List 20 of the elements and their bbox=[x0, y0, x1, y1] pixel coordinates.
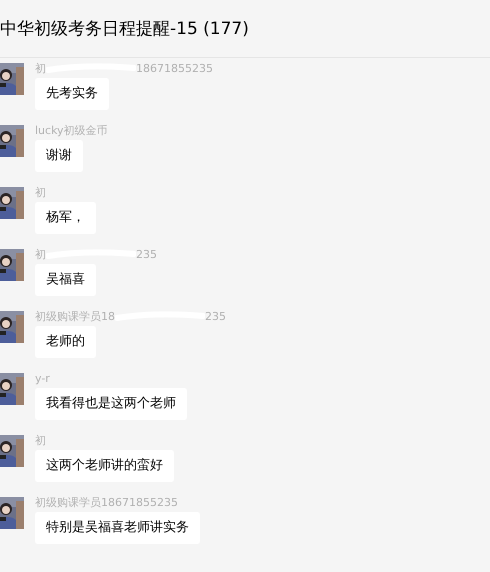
sender-name: 初级购课学员18 bbox=[35, 308, 115, 324]
message-bubble: 杨军， bbox=[35, 202, 96, 234]
sender-name: 初级购课学员18671855235 bbox=[35, 494, 178, 510]
message-bubble: 先考实务 bbox=[35, 78, 109, 110]
chat-title: 中华初级考务日程提醒-15 (177) bbox=[0, 18, 249, 40]
sender-name: y-r bbox=[35, 372, 50, 384]
message-bubble: 特别是吴福喜老师讲实务 bbox=[35, 512, 200, 544]
message-bubble: 老师的 bbox=[35, 326, 96, 358]
sender-name: 18671855235 bbox=[136, 62, 213, 74]
sender-name: 初 bbox=[35, 60, 46, 76]
sender-name: lucky初级金币 bbox=[35, 122, 108, 138]
sender-name: 235 bbox=[136, 248, 157, 260]
message-bubble: 这两个老师讲的蛮好 bbox=[35, 450, 174, 482]
message-bubble: 我看得也是这两个老师 bbox=[35, 388, 187, 420]
sender-name: 初 bbox=[35, 432, 46, 448]
sender-name: 235 bbox=[205, 310, 226, 322]
sender-name: 初 bbox=[35, 184, 46, 200]
message-bubble: 吴福喜 bbox=[35, 264, 96, 296]
message-bubble: 谢谢 bbox=[35, 140, 83, 172]
sender-name: 初 bbox=[35, 246, 46, 262]
